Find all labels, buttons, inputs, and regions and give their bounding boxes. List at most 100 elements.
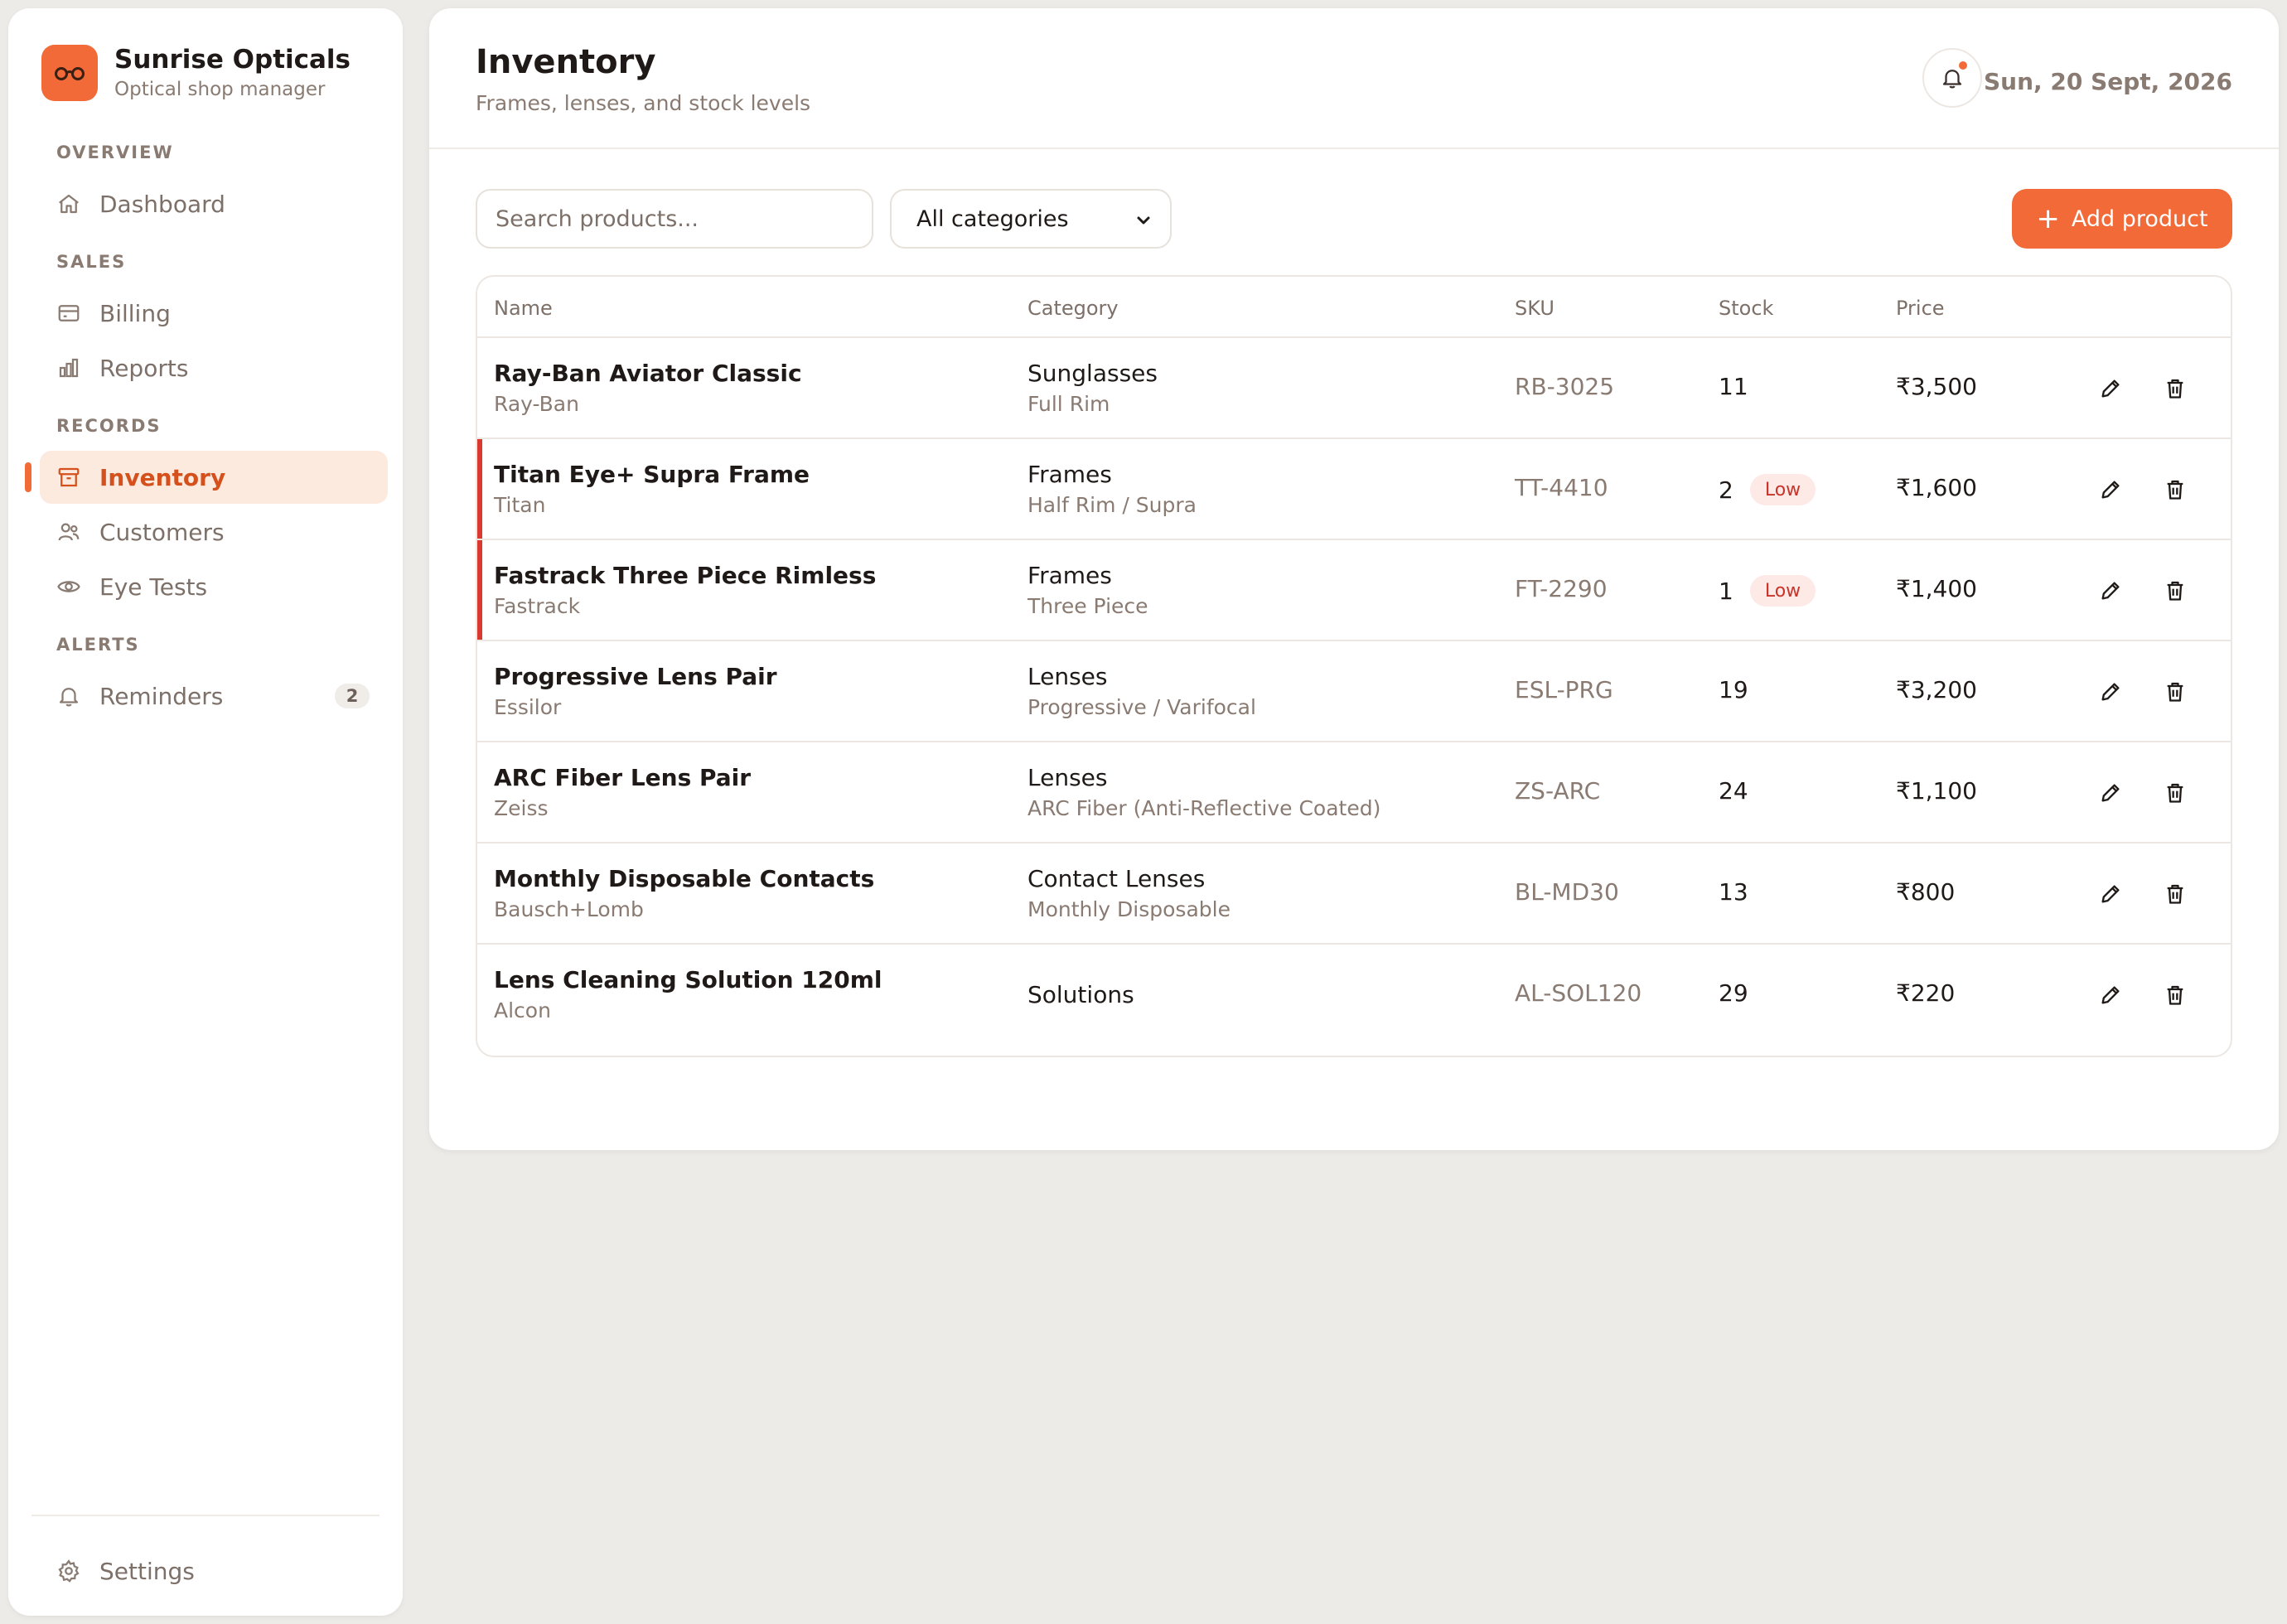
bar-chart-icon — [59, 358, 79, 378]
eye-icon — [57, 581, 80, 592]
home-icon — [59, 194, 79, 214]
product-name-cell: Titan Eye+ Supra Frame Titan — [494, 459, 810, 520]
product-category-cell: Contact Lenses Monthly Disposable — [1027, 863, 1231, 925]
product-name: Titan Eye+ Supra Frame — [494, 461, 810, 488]
product-name-cell: Ray-Ban Aviator Classic Ray-Ban — [494, 358, 802, 419]
delete-button[interactable] — [2161, 476, 2189, 504]
product-brand: Essilor — [494, 695, 562, 719]
delete-button[interactable] — [2161, 981, 2189, 1009]
sidebar-item-label: Billing — [99, 299, 171, 327]
table-row[interactable]: Progressive Lens Pair Essilor Lenses Progre… — [477, 641, 2231, 742]
sidebar-item-reminders[interactable]: Reminders 2 — [40, 669, 388, 723]
product-brand: Zeiss — [494, 796, 549, 820]
product-brand: Titan — [494, 493, 546, 517]
product-price: ₹3,500 — [1896, 373, 1977, 400]
delete-button[interactable] — [2161, 577, 2189, 605]
sidebar-item-eye-tests[interactable]: Eye Tests — [40, 560, 388, 613]
table-row[interactable]: ARC Fiber Lens Pair Zeiss Lenses ARC Fiber … — [477, 742, 2231, 843]
low-stock-flag — [477, 540, 482, 640]
page-title: Inventory — [476, 43, 656, 81]
page-header: Inventory Frames, lenses, and stock leve… — [429, 8, 2279, 149]
credit-card-icon — [58, 305, 80, 321]
sidebar-item-inventory[interactable]: Inventory — [25, 451, 388, 504]
product-price: ₹1,100 — [1896, 777, 1977, 805]
product-sku: ZS-ARC — [1515, 777, 1601, 805]
edit-button[interactable] — [2096, 981, 2125, 1009]
notifications-button[interactable] — [1922, 48, 1982, 108]
sidebar: Sunrise Opticals Optical shop manager OV… — [8, 8, 403, 1616]
product-category-cell: Lenses Progressive / Varifocal — [1027, 661, 1256, 723]
active-indicator — [25, 462, 31, 492]
product-price: ₹800 — [1896, 878, 1956, 906]
product-stock-cell: 29 — [1719, 979, 1748, 1007]
edit-button[interactable] — [2096, 476, 2125, 504]
trash-icon — [2167, 480, 2183, 500]
delete-button[interactable] — [2161, 678, 2189, 706]
table-row[interactable]: Ray-Ban Aviator Classic Ray-Ban Sunglasses… — [477, 338, 2231, 439]
bell-icon — [59, 688, 79, 707]
product-category-cell: Sunglasses Full Rim — [1027, 358, 1158, 419]
nav-section-alerts: ALERTS — [56, 635, 140, 655]
column-header-category[interactable]: Category — [1027, 297, 1119, 320]
low-stock-flag — [477, 439, 482, 539]
low-stock-badge: Low — [1749, 474, 1816, 505]
sidebar-item-reports[interactable]: Reports — [40, 341, 388, 394]
product-category: Frames — [1027, 562, 1112, 589]
add-product-button[interactable]: + Add product — [2012, 189, 2232, 249]
product-sku: TT-4410 — [1515, 474, 1608, 501]
product-stock-cell: 24 — [1719, 777, 1748, 805]
product-sku: AL-SOL120 — [1515, 979, 1642, 1007]
column-header-stock[interactable]: Stock — [1719, 297, 1773, 320]
table-row[interactable]: Monthly Disposable Contacts Bausch+Lomb Co… — [477, 843, 2231, 945]
product-brand: Fastrack — [494, 594, 581, 618]
product-brand: Bausch+Lomb — [494, 897, 644, 921]
delete-button[interactable] — [2161, 880, 2189, 908]
sidebar-item-customers[interactable]: Customers — [40, 505, 388, 558]
delete-button[interactable] — [2161, 375, 2189, 403]
edit-button[interactable] — [2096, 678, 2125, 706]
table-row[interactable]: Fastrack Three Piece Rimless Fastrack Fram… — [477, 540, 2231, 641]
edit-button[interactable] — [2096, 577, 2125, 605]
sidebar-item-dashboard[interactable]: Dashboard — [40, 177, 388, 230]
product-name: Fastrack Three Piece Rimless — [494, 562, 877, 589]
product-price: ₹3,200 — [1896, 676, 1977, 703]
table-row[interactable]: Lens Cleaning Solution 120ml Alcon Solutio… — [477, 945, 2231, 1046]
main-panel: Inventory Frames, lenses, and stock leve… — [429, 8, 2279, 1150]
column-header-name[interactable]: Name — [494, 297, 553, 320]
reminders-count-badge: 2 — [335, 684, 370, 708]
product-subcategory: Half Rim / Supra — [1027, 493, 1197, 517]
column-header-price[interactable]: Price — [1896, 297, 1945, 320]
delete-button[interactable] — [2161, 779, 2189, 807]
trash-icon — [2167, 884, 2183, 904]
column-header-sku[interactable]: SKU — [1515, 297, 1554, 320]
sidebar-item-settings[interactable]: Settings — [40, 1544, 388, 1597]
product-name: ARC Fiber Lens Pair — [494, 764, 752, 791]
chevron-down-icon — [1137, 216, 1150, 225]
sidebar-item-label: Reports — [99, 354, 189, 382]
nav-section-sales: SALES — [56, 252, 127, 272]
product-category: Contact Lenses — [1027, 865, 1206, 892]
current-date: Sun, 20 Sept, 2026 — [1983, 68, 2232, 95]
product-category: Lenses — [1027, 663, 1108, 690]
inventory-table: Name Category SKU Stock Price Ray-Ban Av… — [476, 275, 2232, 1057]
trash-icon — [2167, 985, 2183, 1005]
product-stock: 11 — [1719, 373, 1748, 400]
product-category-cell: Solutions — [1027, 979, 1134, 1011]
pencil-icon — [2101, 481, 2120, 499]
product-sku: RB-3025 — [1515, 373, 1615, 400]
product-name: Monthly Disposable Contacts — [494, 865, 875, 892]
edit-button[interactable] — [2096, 880, 2125, 908]
product-price: ₹220 — [1896, 979, 1956, 1007]
nav-section-overview: OVERVIEW — [56, 143, 174, 162]
search-input[interactable] — [476, 189, 873, 249]
product-subcategory: Full Rim — [1027, 392, 1110, 416]
edit-button[interactable] — [2096, 375, 2125, 403]
notification-dot — [1957, 60, 1969, 71]
product-subcategory: Three Piece — [1027, 594, 1148, 618]
sidebar-item-billing[interactable]: Billing — [40, 287, 388, 340]
product-name-cell: ARC Fiber Lens Pair Zeiss — [494, 762, 751, 824]
edit-button[interactable] — [2096, 779, 2125, 807]
category-select[interactable]: All categories — [890, 189, 1172, 249]
table-row[interactable]: Titan Eye+ Supra Frame Titan Frames Half Ri… — [477, 439, 2231, 540]
product-sku: BL-MD30 — [1515, 878, 1619, 906]
